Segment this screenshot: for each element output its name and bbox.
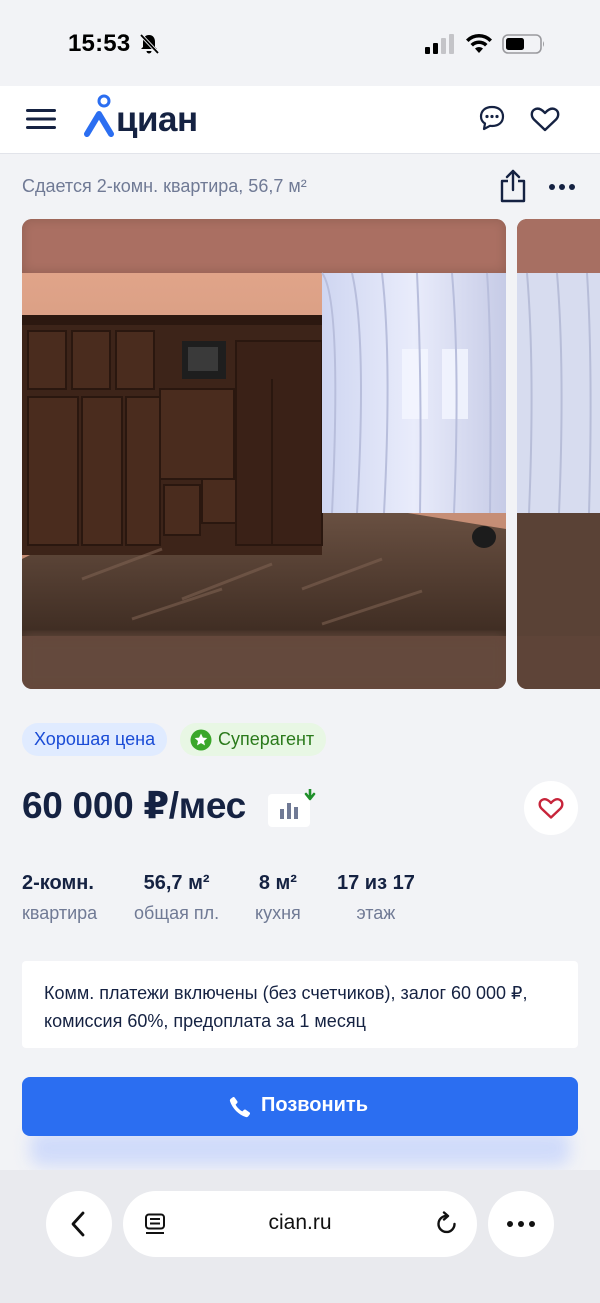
- param-floor: 17 из 17 этаж: [337, 872, 415, 924]
- ellipsis-icon: [507, 1221, 535, 1227]
- browser-toolbar: cian.ru: [0, 1170, 600, 1303]
- status-time: 15:53: [68, 30, 131, 57]
- rental-terms: Комм. платежи включены (без счетчиков), …: [22, 961, 578, 1048]
- superagent-label: Суперагент: [218, 729, 315, 749]
- listing-title: Сдается 2-комн. квартира, 56,7 м²: [22, 176, 307, 196]
- battery-icon: [502, 34, 544, 54]
- listing-params: 2-комн. квартира 56,7 м² общая пл. 8 м² …: [22, 872, 582, 932]
- param-kitchen: 8 м² кухня: [255, 872, 301, 924]
- heart-icon: [538, 798, 564, 819]
- param-label: кухня: [255, 903, 301, 923]
- cian-logo[interactable]: циан: [84, 94, 204, 142]
- hamburger-menu-icon[interactable]: [26, 106, 56, 132]
- wifi-icon: [466, 33, 492, 53]
- cian-logo-icon: [84, 94, 114, 137]
- star-badge-icon: [190, 729, 212, 751]
- address-bar[interactable]: cian.ru: [123, 1191, 477, 1257]
- chat-icon[interactable]: [478, 104, 506, 132]
- good-price-badge: Хорошая цена: [22, 723, 168, 756]
- call-button[interactable]: Позвонить: [22, 1077, 578, 1136]
- heart-icon[interactable]: [530, 105, 560, 133]
- photo-gallery[interactable]: [22, 219, 600, 689]
- price-chart-icon[interactable]: [268, 789, 316, 827]
- listing-photo-next[interactable]: [517, 219, 600, 689]
- param-value: 56,7 м²: [143, 872, 210, 894]
- room-photo-image: [22, 219, 506, 689]
- more-icon[interactable]: [548, 182, 576, 192]
- status-bar: 15:53: [0, 0, 600, 86]
- param-value: 8 м²: [258, 872, 297, 894]
- param-value: 2-комн.: [22, 872, 94, 894]
- listing-photo[interactable]: [22, 219, 506, 689]
- url-text: cian.ru: [268, 1211, 332, 1234]
- param-label: этаж: [356, 903, 396, 923]
- param-label: квартира: [22, 903, 98, 923]
- reload-icon[interactable]: [435, 1211, 459, 1237]
- param-value: 17 из 17: [337, 872, 415, 894]
- cellular-signal-icon: [425, 34, 454, 54]
- chevron-left-icon: [71, 1211, 85, 1237]
- rental-terms-text: Комм. платежи включены (без счетчиков), …: [44, 983, 528, 1031]
- param-rooms: 2-комн. квартира: [22, 872, 97, 924]
- price: 60 000 ₽/мес: [22, 785, 246, 826]
- app-header: циан: [0, 86, 600, 154]
- room-photo-next-image: [517, 219, 600, 689]
- back-button[interactable]: [46, 1191, 112, 1257]
- superagent-badge: Суперагент: [180, 723, 327, 756]
- browser-menu-button[interactable]: [488, 1191, 554, 1257]
- phone-icon: [229, 1096, 251, 1118]
- share-icon[interactable]: [498, 168, 528, 204]
- favorite-button[interactable]: [524, 781, 578, 835]
- param-total-area: 56,7 м² общая пл.: [134, 872, 219, 924]
- logo-text: циан: [116, 100, 198, 139]
- param-label: общая пл.: [134, 903, 220, 923]
- bell-slash-icon: [139, 33, 160, 55]
- call-button-label: Позвонить: [261, 1094, 368, 1116]
